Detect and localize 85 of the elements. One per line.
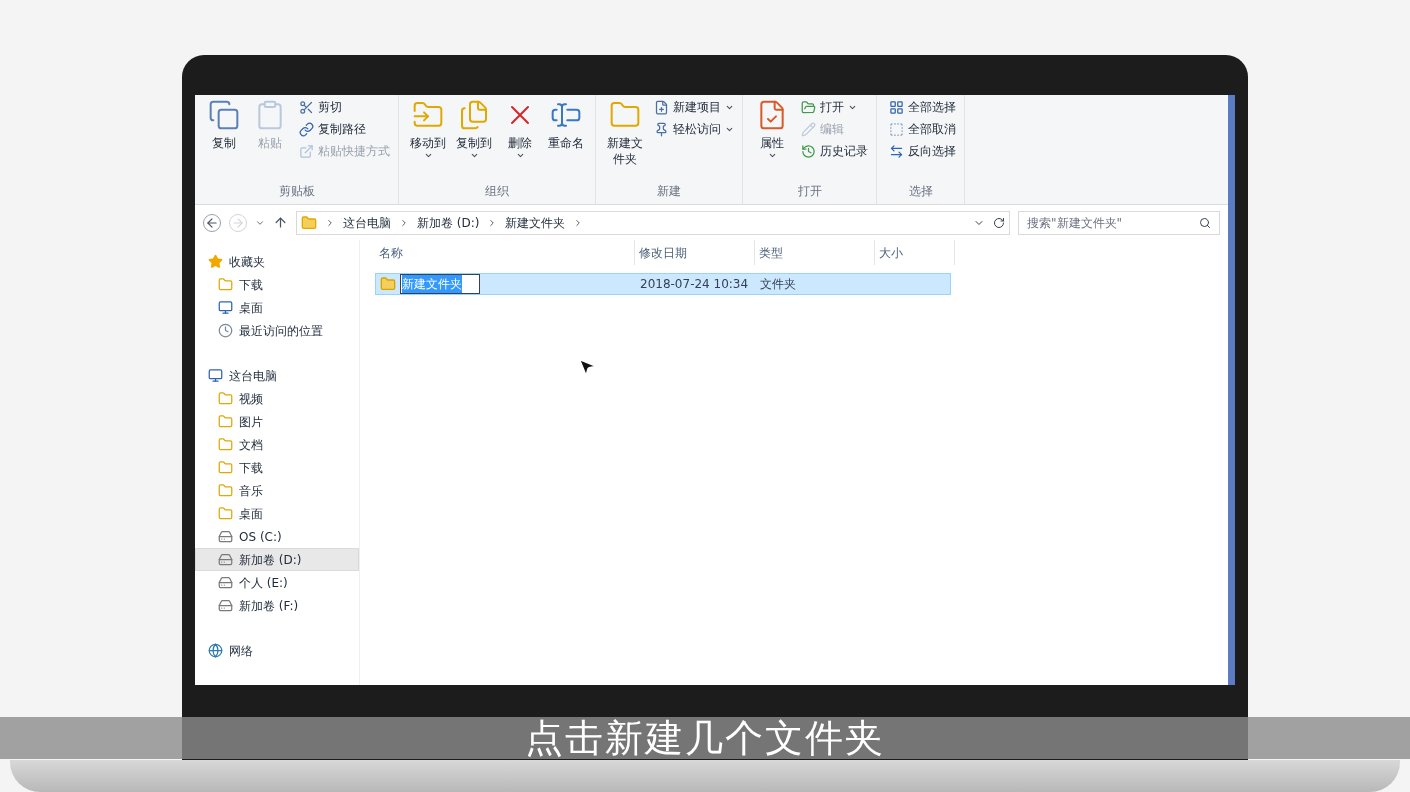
- ribbon-small-button[interactable]: 打开: [801, 99, 868, 115]
- edit-icon: [801, 121, 816, 137]
- ribbon-small-button[interactable]: 剪切: [299, 99, 390, 115]
- column-header[interactable]: 名称: [375, 240, 635, 265]
- sidebar-item[interactable]: OS (C:): [195, 525, 359, 548]
- ribbon-button[interactable]: 重命名: [545, 99, 587, 182]
- ribbon-button[interactable]: 属性: [751, 99, 793, 182]
- ribbon-button[interactable]: 移动到: [407, 99, 449, 182]
- group-label: 打开: [796, 183, 823, 200]
- sidebar-item[interactable]: 新加卷 (D:): [195, 548, 359, 571]
- group-label: 选择: [907, 183, 934, 200]
- sidebar-item[interactable]: 新加卷 (F:): [195, 594, 359, 617]
- sidebar-item[interactable]: 网络: [195, 639, 359, 662]
- group-label: 组织: [484, 183, 510, 200]
- address-bar[interactable]: 这台电脑 新加卷 (D:) 新建文件夹: [296, 210, 1010, 235]
- ribbon-small-button[interactable]: 全部取消: [889, 121, 956, 137]
- path-icon: [299, 121, 314, 137]
- folder-icon: [218, 460, 233, 475]
- sidebar-item[interactable]: 桌面: [195, 296, 359, 319]
- ribbon-button[interactable]: 新建文件夹: [604, 99, 646, 182]
- new-item-icon: [654, 99, 669, 115]
- ribbon-small-button[interactable]: 新建项目: [654, 99, 734, 115]
- file-type: 文件夹: [759, 277, 796, 291]
- up-icon[interactable]: [273, 215, 288, 230]
- breadcrumb-item[interactable]: 新加卷 (D:): [417, 213, 480, 232]
- ribbon-small-button[interactable]: 轻松访问: [654, 121, 734, 137]
- folder-icon: [218, 391, 233, 406]
- group-label: 新建: [656, 183, 682, 200]
- globe-icon: [208, 643, 223, 658]
- modified-date: 2018-07-24 10:34: [639, 277, 749, 291]
- folder-icon: [218, 483, 233, 498]
- sidebar-item[interactable]: 个人 (E:): [195, 571, 359, 594]
- computer-icon: [208, 368, 223, 383]
- ribbon-small-button[interactable]: 反向选择: [889, 143, 956, 159]
- sidebar-item[interactable]: 图片: [195, 410, 359, 433]
- sidebar-item[interactable]: 这台电脑: [195, 364, 359, 387]
- chevron-icon: [325, 217, 335, 228]
- ribbon-small-button[interactable]: 复制路径: [299, 121, 390, 137]
- breadcrumb-item[interactable]: 这台电脑: [343, 213, 391, 232]
- ribbon-button[interactable]: 复制: [203, 99, 245, 182]
- refresh-icon[interactable]: [993, 216, 1005, 229]
- clock-icon: [218, 323, 233, 338]
- monitor-icon: [218, 300, 233, 315]
- select-none-icon: [889, 121, 904, 137]
- folder-icon: [380, 276, 396, 292]
- scissors-icon: [299, 99, 314, 115]
- open-icon: [801, 99, 816, 115]
- sidebar-item[interactable]: 桌面: [195, 502, 359, 525]
- sidebar-item[interactable]: 下载: [195, 273, 359, 296]
- select-all-icon: [889, 99, 904, 115]
- folder-icon: [218, 414, 233, 429]
- sidebar-item[interactable]: 最近访问的位置: [195, 319, 359, 342]
- copy-icon: [208, 99, 240, 131]
- sidebar-item[interactable]: 视频: [195, 387, 359, 410]
- drive-icon: [218, 598, 233, 613]
- folder-icon: [218, 437, 233, 452]
- star-icon: [208, 254, 223, 269]
- drive-icon: [218, 529, 233, 544]
- ribbon-button[interactable]: 复制到: [453, 99, 495, 182]
- folder-icon: [301, 214, 317, 231]
- sidebar-item[interactable]: 收藏夹: [195, 250, 359, 273]
- chevron-icon: [399, 217, 409, 228]
- folder-icon: [218, 506, 233, 521]
- breadcrumb-item[interactable]: 新建文件夹: [505, 213, 566, 232]
- column-header[interactable]: 类型: [755, 240, 875, 265]
- history-icon: [801, 143, 816, 159]
- invert-icon: [889, 143, 904, 159]
- column-header[interactable]: 大小: [875, 240, 955, 265]
- file-row[interactable]: 新建文件夹 2018-07-24 10:34 文件夹: [375, 273, 951, 295]
- search-icon: [1199, 216, 1211, 229]
- ribbon-small-button[interactable]: 历史记录: [801, 143, 868, 159]
- drive-icon: [218, 575, 233, 590]
- shortcut-icon: [299, 143, 314, 159]
- sidebar-item[interactable]: 文档: [195, 433, 359, 456]
- ribbon-small-button[interactable]: 全部选择: [889, 99, 956, 115]
- column-header[interactable]: 修改日期: [635, 240, 755, 265]
- caption: 点击新建几个文件夹: [525, 717, 885, 759]
- drive-icon: [218, 552, 233, 567]
- group-label: 剪贴板: [277, 183, 316, 200]
- folder-icon: [218, 277, 233, 292]
- pin-icon: [654, 121, 669, 137]
- sidebar-item[interactable]: 下载: [195, 456, 359, 479]
- search-field[interactable]: 搜索"新建文件夹": [1018, 210, 1220, 235]
- ribbon-button[interactable]: 删除: [499, 99, 541, 182]
- sidebar-item[interactable]: 音乐: [195, 479, 359, 502]
